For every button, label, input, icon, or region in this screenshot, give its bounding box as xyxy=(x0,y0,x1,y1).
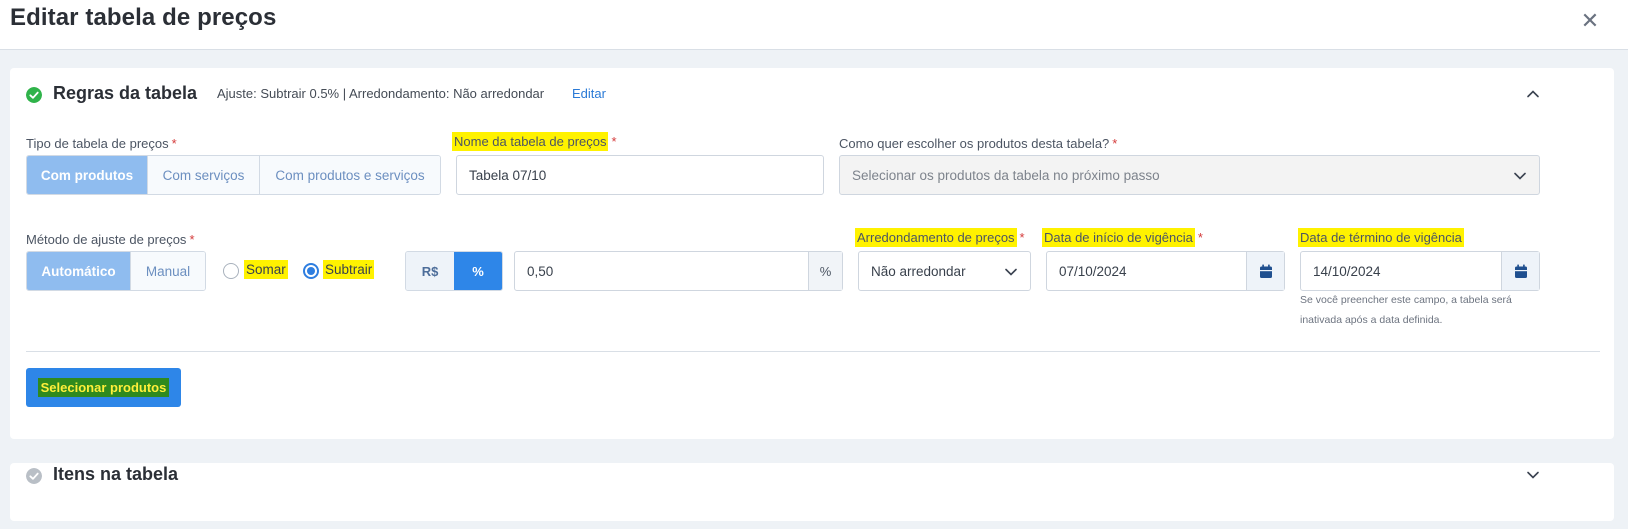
tipo-option-com-servicos[interactable]: Com serviços xyxy=(148,156,260,194)
modal-header: Editar tabela de preços ✕ xyxy=(0,0,1628,50)
arred-label: Arredondamento de preços * xyxy=(855,228,1025,247)
items-section: Itens na tabela xyxy=(10,463,1614,521)
tipo-option-com-produtos[interactable]: Com produtos xyxy=(27,156,148,194)
edit-rules-link[interactable]: Editar xyxy=(572,86,606,101)
ajuste-input[interactable]: 0,50 % xyxy=(514,251,843,291)
tipo-segmented-control: Com produtos Com serviços Com produtos e… xyxy=(26,155,441,195)
metodo-segmented-control: Automático Manual xyxy=(26,251,206,291)
calendar-icon[interactable] xyxy=(1501,252,1539,290)
check-circle-icon xyxy=(26,87,42,103)
divider xyxy=(26,351,1600,352)
modal-title: Editar tabela de preços xyxy=(10,4,277,31)
subtrair-label: Subtrair xyxy=(323,260,375,279)
chevron-down-icon xyxy=(1514,172,1526,180)
escolha-label: Como quer escolher os produtos desta tab… xyxy=(839,136,1118,151)
somar-radio[interactable] xyxy=(223,263,239,279)
unit-option-percent[interactable]: % xyxy=(454,252,502,290)
select-products-button[interactable]: Selecionar produtos xyxy=(26,368,181,407)
close-icon[interactable]: ✕ xyxy=(1578,9,1602,33)
somar-label: Somar xyxy=(244,260,288,279)
subtrair-radio[interactable] xyxy=(303,263,319,279)
section-title-items: Itens na tabela xyxy=(53,464,179,484)
termino-date-input[interactable]: 14/10/2024 xyxy=(1300,251,1540,291)
check-circle-icon xyxy=(26,468,42,484)
unit-toggle: R$ % xyxy=(405,251,503,291)
termino-hint: Se você preencher este campo, a tabela s… xyxy=(1300,294,1512,326)
inicio-date-value: 07/10/2024 xyxy=(1059,263,1127,279)
ajuste-value: 0,50 xyxy=(527,263,554,279)
termino-label: Data de término de vigência xyxy=(1298,228,1464,247)
tipo-label: Tipo de tabela de preços * xyxy=(26,136,177,151)
nome-input[interactable]: Tabela 07/10 xyxy=(456,155,824,195)
metodo-option-manual[interactable]: Manual xyxy=(131,252,205,290)
nome-label: Nome da tabela de preços * xyxy=(452,132,617,151)
arred-select-value: Não arredondar xyxy=(871,263,966,279)
tipo-option-com-produtos-e-servicos[interactable]: Com produtos e serviços xyxy=(260,156,440,194)
unit-option-reais[interactable]: R$ xyxy=(406,252,454,290)
termino-date-value: 14/10/2024 xyxy=(1313,263,1381,279)
metodo-label: Método de ajuste de preços * xyxy=(26,232,195,247)
metodo-option-automatico[interactable]: Automático xyxy=(27,252,131,290)
chevron-down-icon[interactable] xyxy=(1526,468,1540,482)
escolha-select-value: Selecionar os produtos da tabela no próx… xyxy=(852,167,1160,183)
chevron-down-icon xyxy=(1005,268,1017,276)
arred-select[interactable]: Não arredondar xyxy=(858,251,1031,291)
rules-summary: Ajuste: Subtrair 0.5% | Arredondamento: … xyxy=(217,86,545,101)
inicio-date-input[interactable]: 07/10/2024 xyxy=(1046,251,1285,291)
calendar-icon[interactable] xyxy=(1246,252,1284,290)
rules-section: Regras da tabela Ajuste: Subtrair 0.5% |… xyxy=(10,68,1614,439)
escolha-select[interactable]: Selecionar os produtos da tabela no próx… xyxy=(839,155,1540,195)
percent-suffix: % xyxy=(808,252,842,290)
select-products-label: Selecionar produtos xyxy=(37,378,170,397)
section-title-rules: Regras da tabela xyxy=(53,83,198,103)
inicio-label: Data de início de vigência * xyxy=(1042,228,1203,247)
chevron-up-icon[interactable] xyxy=(1526,87,1540,101)
